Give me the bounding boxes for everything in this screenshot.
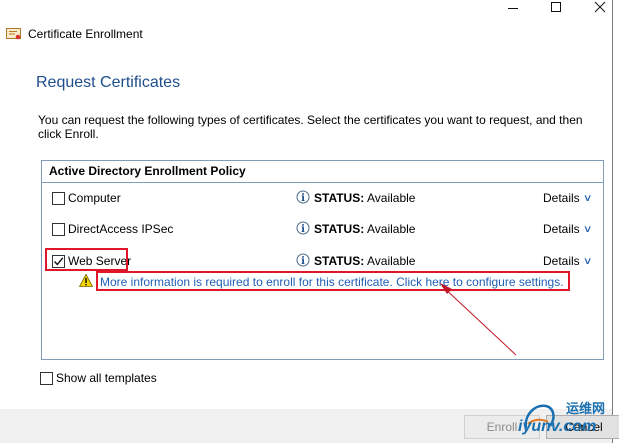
- chevron-down-icon: ∨: [582, 192, 593, 204]
- cert-row-computer: Computer i STATUS: Available Details ∨: [42, 189, 603, 207]
- cert-name: Computer: [68, 191, 121, 205]
- configure-settings-link[interactable]: More information is required to enroll f…: [100, 275, 564, 289]
- warning-icon: [79, 274, 93, 287]
- cert-row-directaccess: DirectAccess IPSec i STATUS: Available D…: [42, 220, 603, 238]
- cancel-button[interactable]: Cancel: [546, 415, 619, 439]
- minimize-button[interactable]: [490, 0, 536, 14]
- details-link[interactable]: Details ∨: [543, 191, 593, 205]
- status-label: STATUS:: [314, 254, 365, 268]
- status-label: STATUS:: [314, 222, 365, 236]
- status-value: Available: [367, 254, 416, 268]
- directaccess-checkbox[interactable]: [52, 223, 65, 236]
- details-link[interactable]: Details ∨: [543, 254, 593, 268]
- maximize-button[interactable]: [533, 0, 579, 14]
- details-label: Details: [543, 191, 580, 205]
- info-icon: i: [296, 190, 310, 204]
- close-icon: [594, 1, 606, 13]
- window-title: Certificate Enrollment: [28, 27, 143, 41]
- show-all-templates-option[interactable]: Show all templates: [40, 371, 157, 385]
- show-all-templates-label: Show all templates: [56, 371, 157, 385]
- status-value: Available: [367, 222, 416, 236]
- enroll-button[interactable]: Enroll: [464, 415, 540, 439]
- highlight-web-server: [45, 248, 128, 271]
- chevron-down-icon: ∨: [582, 255, 593, 267]
- window-right-border: [612, 0, 613, 443]
- svg-text:i: i: [301, 256, 305, 267]
- info-icon: i: [296, 221, 310, 235]
- computer-checkbox[interactable]: [52, 192, 65, 205]
- status-value: Available: [367, 191, 416, 205]
- cert-name: DirectAccess IPSec: [68, 222, 174, 236]
- info-icon: i: [296, 253, 310, 267]
- status-label: STATUS:: [314, 191, 365, 205]
- certificate-icon: [6, 28, 21, 40]
- details-label: Details: [543, 254, 580, 268]
- details-label: Details: [543, 222, 580, 236]
- page-title: Request Certificates: [36, 74, 181, 91]
- show-all-templates-checkbox[interactable]: [40, 371, 53, 385]
- page-description: You can request the following types of c…: [38, 113, 583, 141]
- minimize-icon: [508, 7, 518, 9]
- svg-text:i: i: [301, 224, 305, 235]
- chevron-down-icon: ∨: [582, 223, 593, 235]
- svg-text:i: i: [301, 193, 305, 204]
- close-button[interactable]: [577, 0, 619, 14]
- details-link[interactable]: Details ∨: [543, 222, 593, 236]
- window-title-bar: Certificate Enrollment: [6, 26, 143, 42]
- policy-header: Active Directory Enrollment Policy: [42, 161, 603, 183]
- maximize-icon: [551, 2, 561, 12]
